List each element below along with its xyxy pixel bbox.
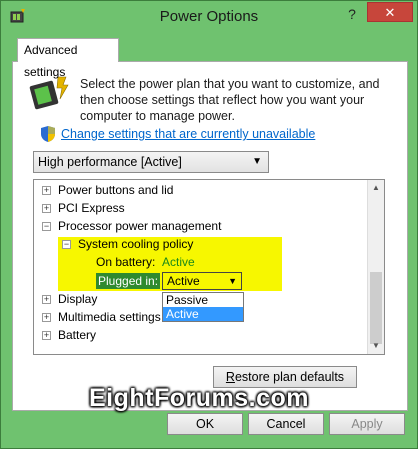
expand-icon[interactable]: + [42,204,51,213]
tree-scrollbar[interactable]: ▲ ▼ [367,180,384,354]
expand-icon[interactable]: + [42,186,51,195]
expand-icon[interactable]: + [42,313,51,322]
scroll-down-icon[interactable]: ▼ [368,338,384,354]
tab-advanced-settings[interactable]: Advanced settings [17,38,119,79]
plugged-in-value: Active [167,274,200,288]
restore-accel-key: R [225,370,235,384]
title-bar[interactable]: Power Options ? ✕ [1,1,417,31]
chevron-down-icon: ▼ [228,276,237,286]
apply-button[interactable]: Apply [329,413,405,435]
power-plan-value: High performance [Active] [38,155,182,169]
power-plan-dropdown[interactable]: High performance [Active] ▼ [33,151,269,173]
intro-text: Select the power plan that you want to c… [80,77,380,123]
collapse-icon[interactable]: − [62,240,71,249]
option-passive[interactable]: Passive [163,293,243,307]
ok-button[interactable]: OK [167,413,243,435]
settings-tree[interactable]: + Power buttons and lid + PCI Express − … [33,179,385,355]
cancel-button[interactable]: Cancel [248,413,324,435]
plugged-in-dropdown[interactable]: Active ▼ [162,272,242,290]
chevron-down-icon: ▼ [252,156,262,167]
collapse-icon[interactable]: − [42,222,51,231]
close-button[interactable]: ✕ [367,2,413,22]
expand-icon[interactable]: + [42,331,51,340]
plugged-in-options-list[interactable]: Passive Active [162,292,244,322]
tree-item-plugged-in[interactable]: Plugged in: [96,273,161,289]
scroll-thumb[interactable] [370,272,382,344]
restore-label: estore plan defaults [234,370,345,384]
option-active[interactable]: Active [163,307,243,321]
on-battery-value[interactable]: Active [162,254,195,270]
uac-shield-icon [41,126,55,142]
watermark: EightForums.com [89,384,310,412]
expand-icon[interactable]: + [42,295,51,304]
power-options-window: Power Options ? ✕ Advanced settings Sele… [0,0,418,449]
change-settings-link[interactable]: Change settings that are currently unava… [61,127,315,141]
scroll-up-icon[interactable]: ▲ [368,180,384,196]
help-button[interactable]: ? [339,3,365,25]
